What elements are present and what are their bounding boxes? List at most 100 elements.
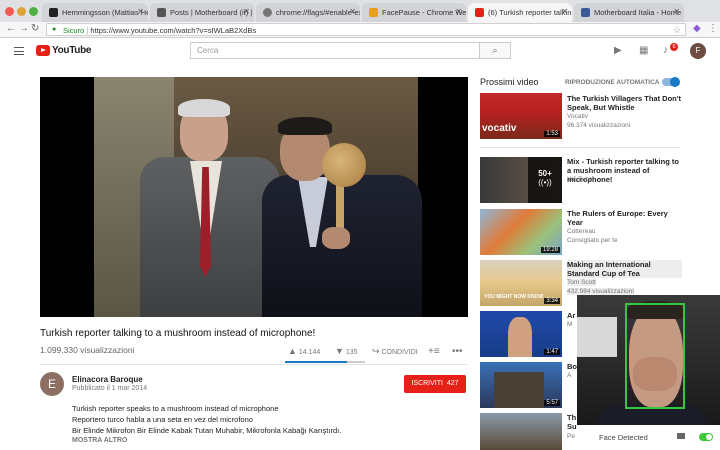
tab-label: FacePause - Chrome Web S… xyxy=(382,8,466,17)
related-video-channel: Pe xyxy=(567,433,575,440)
thumbs-down-icon: ▼ xyxy=(335,346,344,356)
related-video-title[interactable]: Th Su xyxy=(567,413,577,431)
subscriber-count: 427 xyxy=(446,380,459,387)
tab-label: Hemmingsson (Mattias He… xyxy=(62,8,148,17)
description-line: Turkish reporter speaks to a mushroom in… xyxy=(72,404,279,413)
minimize-window-icon[interactable] xyxy=(17,7,26,16)
close-tab-icon[interactable]: ✕ xyxy=(455,7,462,16)
browser-tab-2[interactable]: Posts | Motherboard (it) | B… ✕ xyxy=(150,3,254,22)
maximize-window-icon[interactable] xyxy=(29,7,38,16)
add-to-playlist-icon[interactable]: +≡ xyxy=(428,346,440,357)
browser-tab-5[interactable]: (6) Turkish reporter talkin… ✕ xyxy=(468,3,572,22)
facepause-webcam-panel: Face Detected xyxy=(577,295,720,450)
upload-video-icon[interactable]: ▶ xyxy=(614,45,622,56)
related-video-recommendation: Consigliato per te xyxy=(567,237,618,244)
video-duration: 3:34 xyxy=(544,298,560,304)
flags-icon xyxy=(263,8,272,17)
thumbs-up-icon: ▲ xyxy=(288,346,297,356)
related-video-channel: Cottereau xyxy=(567,228,596,235)
video-title: Turkish reporter talking to a mushroom i… xyxy=(40,328,316,339)
related-video-channel: YouTube xyxy=(567,176,593,183)
camera-icon[interactable] xyxy=(677,433,685,439)
browser-tab-6[interactable]: Motherboard Italia - Home ✕ xyxy=(574,3,684,22)
facepause-status-bar: Face Detected xyxy=(577,425,720,450)
hamburger-menu-icon[interactable] xyxy=(14,47,24,55)
extension-icon[interactable]: ◆ xyxy=(693,23,701,34)
background-monitor xyxy=(577,317,617,357)
close-tab-icon[interactable]: ✕ xyxy=(673,7,680,16)
browser-tab-3[interactable]: chrome://flags/#enable-exp… ✕ xyxy=(256,3,360,22)
close-tab-icon[interactable]: ✕ xyxy=(137,7,144,16)
video-thumbnail[interactable]: 19:28 xyxy=(480,209,562,255)
video-thumbnail[interactable]: 5:57 xyxy=(480,362,562,408)
show-more-link[interactable]: MOSTRA ALTRO xyxy=(72,437,127,444)
subscribe-button[interactable]: ISCRIVITI 427 xyxy=(404,375,466,393)
close-tab-icon[interactable]: ✕ xyxy=(349,7,356,16)
search-button[interactable]: ⌕ xyxy=(479,42,511,59)
video-player[interactable] xyxy=(40,77,468,317)
related-video-channel: Tom Scott xyxy=(567,279,596,286)
secure-label: Sicuro xyxy=(63,26,85,35)
related-video-title[interactable]: The Rulers of Europe: Every Year xyxy=(567,209,682,227)
like-button[interactable]: ▲ 14.144 xyxy=(288,346,320,356)
back-icon[interactable]: ← xyxy=(6,23,16,34)
playlist-count: 50+ xyxy=(538,169,552,178)
video-thumbnail[interactable]: 1:47 xyxy=(480,311,562,357)
video-thumbnail[interactable]: vocativ 1:53 xyxy=(480,93,562,139)
description-line: Bir Elinde Mikrofon Bir Elinde Kabak Tut… xyxy=(72,426,342,435)
up-next-heading: Prossimi video xyxy=(480,77,539,87)
like-count: 14.144 xyxy=(298,349,321,356)
reload-icon[interactable]: ↻ xyxy=(31,23,39,34)
video-thumbnail[interactable]: 50+ ((•)) xyxy=(480,157,562,203)
user-avatar[interactable]: F xyxy=(690,43,706,59)
youtube-logo-icon[interactable] xyxy=(36,45,50,56)
related-video-title[interactable]: Making an International Standard Cup of … xyxy=(567,260,682,278)
apps-grid-icon[interactable]: ▦ xyxy=(639,45,648,56)
browser-tab-4[interactable]: FacePause - Chrome Web S… ✕ xyxy=(362,3,466,22)
autoplay-toggle[interactable] xyxy=(662,77,680,87)
tab-label: Posts | Motherboard (it) | B… xyxy=(170,8,254,17)
browser-tab-1[interactable]: Hemmingsson (Mattias He… ✕ xyxy=(42,3,148,22)
video-duration: 1:47 xyxy=(544,349,560,355)
related-video-views: 96.374 visualizzazioni xyxy=(567,122,631,129)
more-actions-icon[interactable]: ••• xyxy=(452,346,463,357)
close-tab-icon[interactable]: ✕ xyxy=(561,7,568,16)
bell-icon[interactable]: ♪ xyxy=(663,45,668,56)
thumbnail-caption: vocativ xyxy=(482,123,517,134)
tab-label: Motherboard Italia - Home xyxy=(594,8,682,17)
tab-label: (6) Turkish reporter talkin… xyxy=(488,8,572,17)
related-video-views: 432.984 visualizzazioni xyxy=(567,288,634,295)
share-icon: ↪ xyxy=(372,346,380,356)
extension-icon xyxy=(369,8,378,17)
facepause-toggle[interactable] xyxy=(699,433,713,441)
video-duration: 19:28 xyxy=(540,247,560,253)
video-duration: 5:57 xyxy=(544,400,560,406)
channel-avatar[interactable]: E xyxy=(40,372,64,396)
bookmark-star-icon[interactable]: ☆ xyxy=(673,25,681,36)
related-video-channel: Vocativ xyxy=(567,113,588,120)
close-tab-icon[interactable]: ✕ xyxy=(243,7,250,16)
related-video-title[interactable]: Bo xyxy=(567,362,577,371)
forward-icon[interactable]: → xyxy=(19,23,29,34)
url-field[interactable]: ● Sicuro | https://www.youtube.com/watch… xyxy=(46,23,686,36)
youtube-logo-text[interactable]: YouTube xyxy=(52,45,92,56)
video-thumbnail[interactable] xyxy=(480,413,562,450)
mushroom xyxy=(322,143,366,187)
menu-dots-icon[interactable]: ⋮ xyxy=(708,23,718,34)
sentiment-bar-fill xyxy=(285,361,348,363)
search-input[interactable]: Cerca xyxy=(190,42,480,59)
related-video-title[interactable]: The Turkish Villagers That Don't Speak, … xyxy=(567,94,682,112)
channel-name[interactable]: Elinacora Baroque xyxy=(72,375,143,384)
github-icon xyxy=(49,8,58,17)
lock-icon: ● xyxy=(52,26,57,33)
related-video-title[interactable]: Ar xyxy=(567,311,577,320)
related-video-channel: A xyxy=(567,372,572,379)
close-window-icon[interactable] xyxy=(5,7,14,16)
page-icon xyxy=(157,8,166,17)
video-thumbnail[interactable]: YOU MIGHT NOW KNOW 3:34 xyxy=(480,260,562,306)
facebook-icon xyxy=(581,8,590,17)
share-button[interactable]: ↪ CONDIVIDI xyxy=(372,346,418,357)
view-count: 1.099.330 visualizzazioni xyxy=(40,345,135,355)
dislike-button[interactable]: ▼ 135 xyxy=(335,346,358,356)
mix-radio-icon: ((•)) xyxy=(538,178,552,187)
